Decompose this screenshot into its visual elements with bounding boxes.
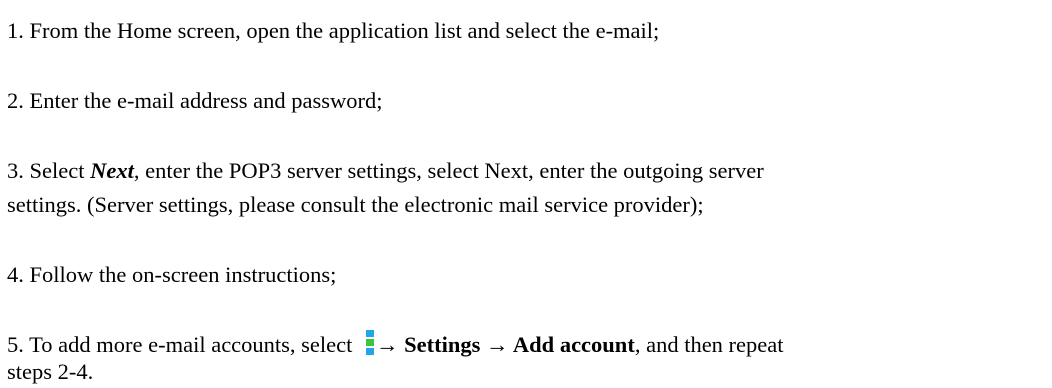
menu-dot-middle xyxy=(366,339,375,346)
step-5-continued: steps 2-4. xyxy=(7,359,94,384)
step-3: 3. Select Next, enter the POP3 server se… xyxy=(7,155,764,187)
menu-dots-icon xyxy=(363,330,375,356)
arrow-1: → xyxy=(376,332,405,357)
step-5: 5. To add more e-mail accounts, select →… xyxy=(7,329,784,361)
step-1: 1. From the Home screen, open the applic… xyxy=(7,18,660,43)
step-3-continued: settings. (Server settings, please consu… xyxy=(7,192,704,217)
add-account-keyword: Add account xyxy=(512,332,635,357)
next-keyword: Next xyxy=(90,158,134,183)
step-4: 4. Follow the on-screen instructions; xyxy=(7,262,337,287)
menu-dot-bottom xyxy=(366,348,375,355)
step-3-prefix: 3. Select xyxy=(7,158,91,183)
menu-dot-top xyxy=(366,330,375,337)
step-5-prefix: 5. To add more e-mail accounts, select xyxy=(7,332,359,357)
step-3-text: , enter the POP3 server settings, select… xyxy=(133,158,764,183)
settings-keyword: Settings xyxy=(404,332,481,357)
arrow-2: → xyxy=(480,332,513,357)
step-5-text: , and then repeat xyxy=(634,332,784,357)
instructions-document: 1. From the Home screen, open the applic… xyxy=(0,0,1052,386)
step-2: 2. Enter the e-mail address and password… xyxy=(7,88,383,113)
